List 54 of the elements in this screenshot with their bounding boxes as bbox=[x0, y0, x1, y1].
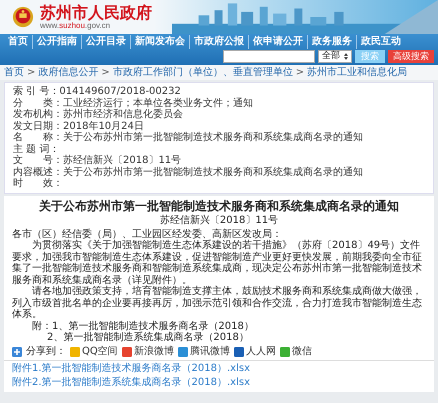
updown-icon bbox=[344, 52, 348, 60]
scope-select[interactable]: 全部 bbox=[318, 50, 352, 62]
meta-label: 发文日期： bbox=[13, 120, 63, 132]
breadcrumb-link[interactable]: 苏州市工业和信息化局 bbox=[307, 66, 408, 78]
meta-label: 发布机构： bbox=[13, 109, 63, 120]
breadcrumb-link[interactable]: 首页 bbox=[4, 66, 24, 78]
share-link[interactable]: QQ空间 bbox=[70, 346, 118, 358]
meta-value: 苏州市经济和信息化委员会 bbox=[63, 109, 183, 120]
meta-value: 2018年10月24日 bbox=[63, 120, 144, 132]
meta-value: 关于公布苏州市第一批智能制造技术服务商和系统集成商名录的通知 bbox=[63, 132, 363, 144]
share-link[interactable]: 新浪微博 bbox=[122, 346, 174, 358]
breadcrumb-link[interactable]: 政府信息公开 bbox=[38, 66, 98, 78]
share-link[interactable]: 微信 bbox=[280, 346, 312, 358]
meta-label: 索 引 号： bbox=[13, 86, 60, 98]
nav-link[interactable]: 政民互动 bbox=[356, 35, 405, 48]
advanced-search-button[interactable]: 高级搜索 bbox=[388, 50, 434, 62]
article-title: 关于公布苏州市第一批智能制造技术服务商和系统集成商名录的通知 bbox=[38, 200, 400, 214]
meta-label: 名 称： bbox=[13, 132, 63, 144]
annex-item: 2、第一批智能制造系统集成商名录（2018） bbox=[46, 332, 250, 344]
paragraph: 为贯彻落实《关于加强智能制造生态体系建设的若干措施》（苏府〔2018〕49号）文件要求，加强我市智能制造生态体系建设，促进智能制造产业更好更快发展，前期我委向全市征集了一批智能制造技术服务商和智能制造系统集成商，现决定公布苏州市第一批智能制造技术服务商和系统集成商名录（详见附件）。 bbox=[12, 240, 423, 286]
attachment-link[interactable]: 附件2.第一批智能制造系统集成商名录（2018）.xlsx bbox=[12, 376, 426, 388]
nav-link[interactable]: 新闻发布会 bbox=[130, 35, 189, 48]
nav-link[interactable]: 首页 bbox=[4, 35, 32, 48]
document-number: 苏经信新兴〔2018〕11号 bbox=[158, 215, 280, 227]
breadcrumb-separator: > bbox=[27, 66, 36, 78]
attachment-link[interactable]: 附件1.第一批智能制造技术服务商名录（2018）.xlsx bbox=[12, 363, 426, 375]
breadcrumb-separator: > bbox=[296, 66, 304, 78]
share-label: 分享到： bbox=[26, 346, 66, 358]
share-link[interactable]: 人人网 bbox=[234, 346, 276, 358]
site-title: 苏州市人民政府 bbox=[40, 4, 152, 22]
nav-link[interactable]: 政务服务 bbox=[307, 35, 356, 48]
nav-link[interactable]: 公开目录 bbox=[81, 35, 130, 48]
breadcrumb-link[interactable]: 市政府工作部门（单位）、垂直管理单位 bbox=[112, 66, 293, 78]
meta-label: 文 号： bbox=[13, 155, 63, 166]
share-link[interactable]: 腾讯微博 bbox=[178, 346, 230, 358]
breadcrumb-separator: > bbox=[101, 66, 110, 78]
meta-value: 苏经信新兴〔2018〕11号 bbox=[63, 155, 182, 166]
meta-value: 关于公布苏州市第一批智能制造技术服务商和系统集成商名录的通知 bbox=[63, 166, 363, 178]
meta-label: 时 效： bbox=[13, 178, 63, 190]
nav-link[interactable]: 市政府公报 bbox=[189, 35, 248, 48]
annex-item: 附：1、第一批智能制造技术服务商名录（2018） bbox=[31, 320, 255, 332]
meta-label: 内容概述： bbox=[13, 166, 63, 178]
plus-icon bbox=[12, 346, 22, 357]
meta-label: 主 题 词： bbox=[13, 144, 60, 154]
meta-label: 分 类： bbox=[13, 98, 63, 108]
nav-link[interactable]: 公开指南 bbox=[32, 35, 81, 48]
search-field[interactable] bbox=[223, 50, 315, 62]
meta-value: 014149607/2018-00232 bbox=[59, 86, 181, 98]
meta-value: 工业经济运行；本单位各类业务文件；通知 bbox=[63, 98, 253, 108]
nav-link[interactable]: 依申请公开 bbox=[248, 35, 307, 48]
paragraph: 请各地加强政策支持，培育智能制造支撑主体，鼓励技术服务商和系统集成商做大做强，列入市级首批名单的企业要再接再厉，加强示范引领和合作交流，合力打造我市智能制造生态体系。 bbox=[12, 286, 423, 320]
emblem-icon bbox=[12, 6, 34, 28]
addressee: 各市（区）经信委（局）、工业园区经发委、高新区发改局： bbox=[12, 228, 283, 240]
site-url: www.suzhou.gov.cn bbox=[40, 21, 112, 30]
